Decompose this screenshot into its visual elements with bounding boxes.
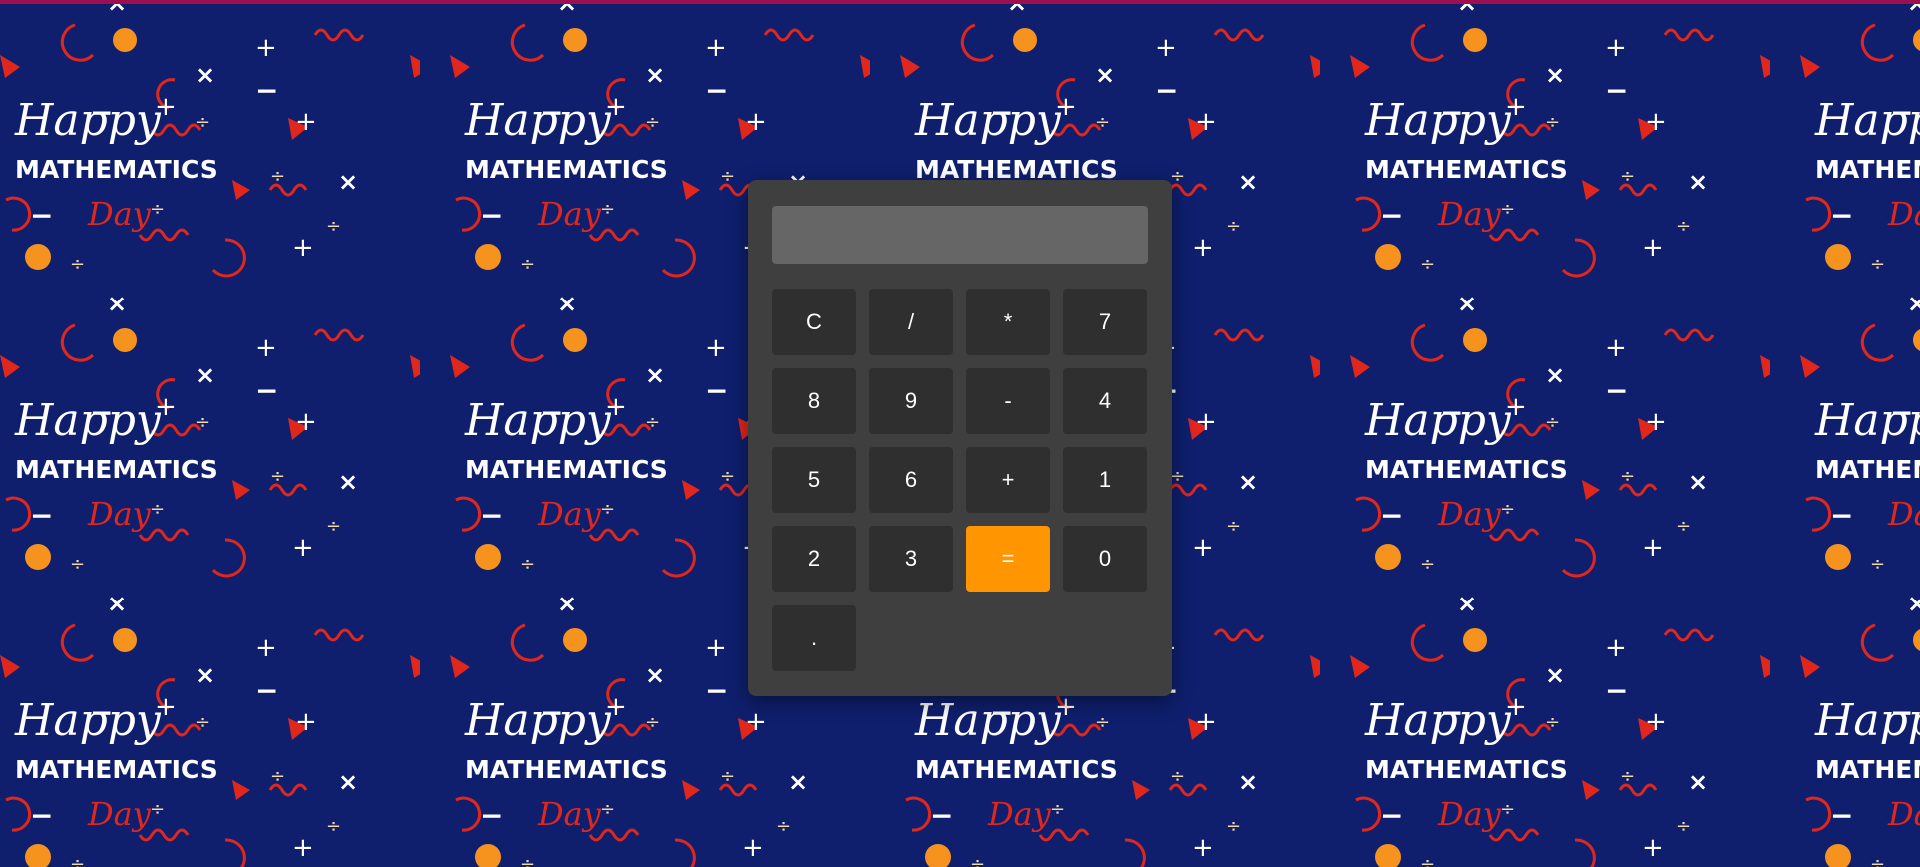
digit-3-button[interactable]: 3 <box>869 526 953 592</box>
digit-6-button[interactable]: 6 <box>869 447 953 513</box>
clear-button[interactable]: C <box>772 289 856 355</box>
digit-8-button[interactable]: 8 <box>772 368 856 434</box>
digit-1-button[interactable]: 1 <box>1063 447 1147 513</box>
subtract-button[interactable]: - <box>966 368 1050 434</box>
top-accent-strip <box>0 0 1920 4</box>
digit-5-button[interactable]: 5 <box>772 447 856 513</box>
digit-4-button[interactable]: 4 <box>1063 368 1147 434</box>
calculator-keypad: C / * 7 8 9 - 4 5 6 + 1 2 3 = 0 . <box>772 289 1148 671</box>
add-button[interactable]: + <box>966 447 1050 513</box>
equals-button[interactable]: = <box>966 526 1050 592</box>
calculator: C / * 7 8 9 - 4 5 6 + 1 2 3 = 0 . <box>748 180 1172 696</box>
multiply-button[interactable]: * <box>966 289 1050 355</box>
divide-button[interactable]: / <box>869 289 953 355</box>
decimal-point-button[interactable]: . <box>772 605 856 671</box>
digit-7-button[interactable]: 7 <box>1063 289 1147 355</box>
digit-2-button[interactable]: 2 <box>772 526 856 592</box>
calculator-display[interactable] <box>772 206 1148 264</box>
digit-9-button[interactable]: 9 <box>869 368 953 434</box>
digit-0-button[interactable]: 0 <box>1063 526 1147 592</box>
